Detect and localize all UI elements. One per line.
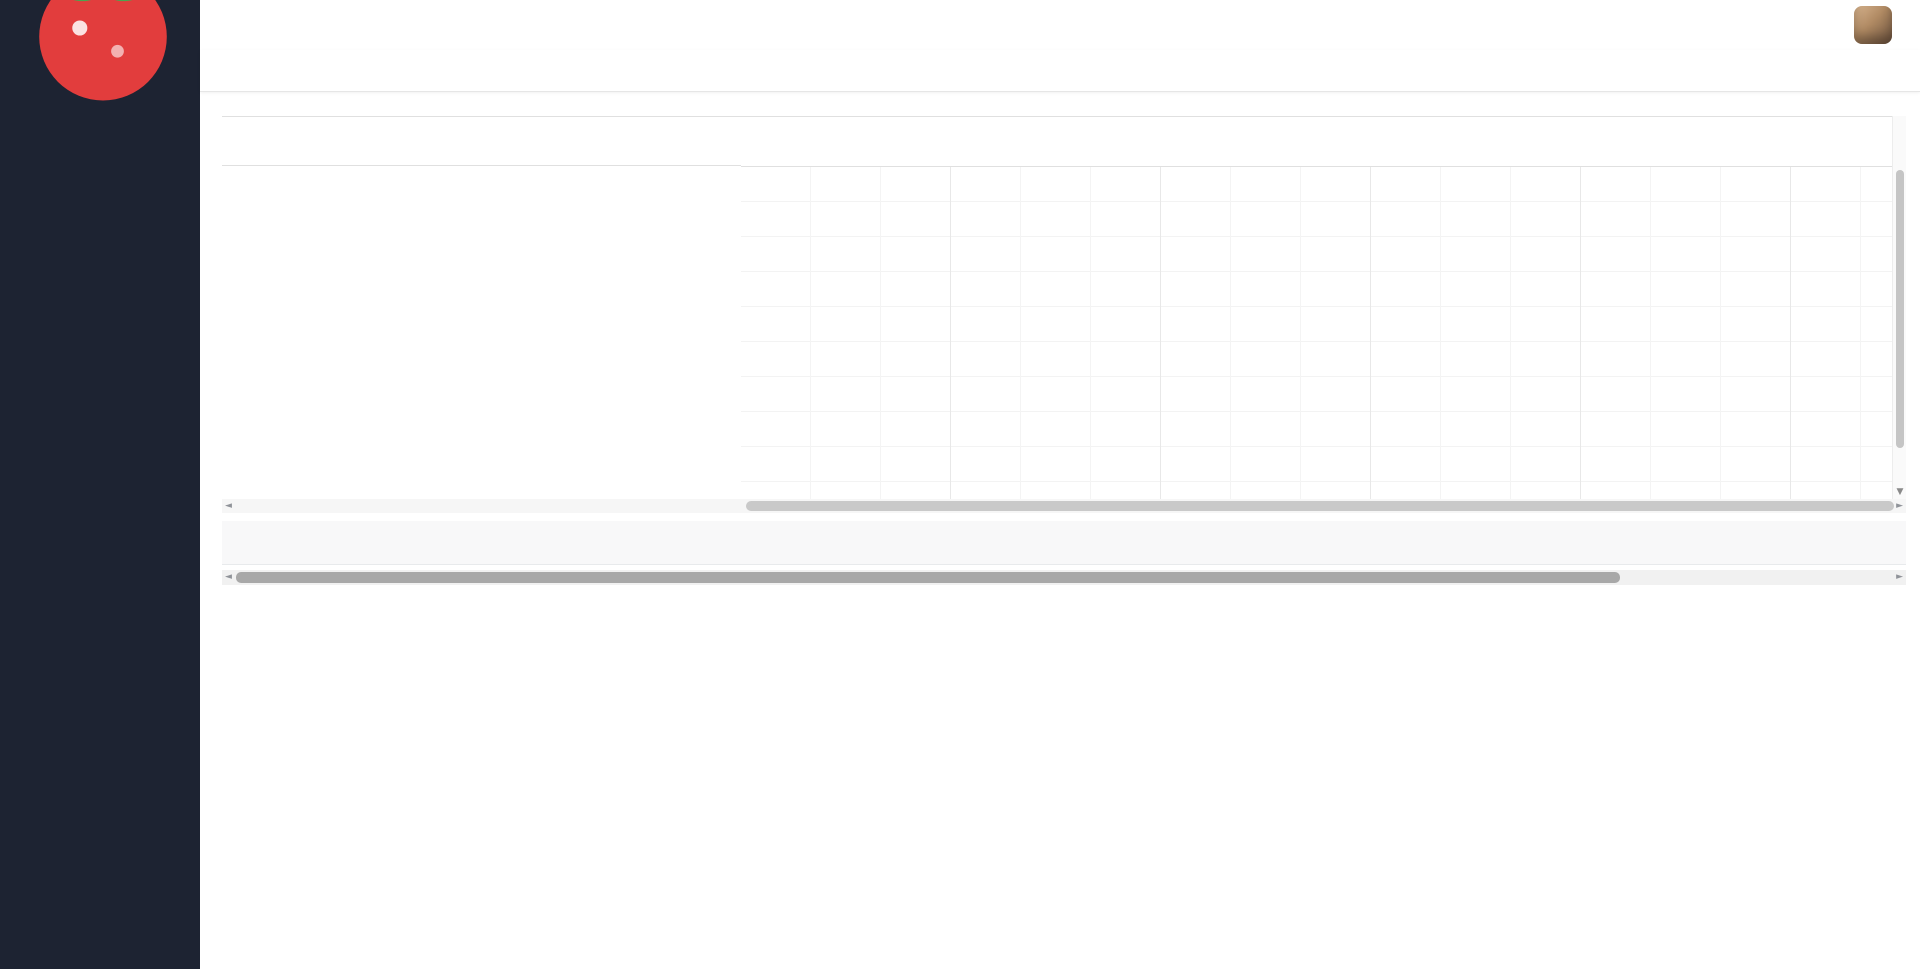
gantt-horizontal-scrollbar[interactable]: ◄ ► — [222, 499, 1906, 513]
avatar[interactable] — [1854, 6, 1892, 44]
gantt-vertical-scrollbar[interactable]: ▼ — [1892, 116, 1906, 499]
gantt-grid-body — [222, 166, 741, 498]
scrollbar-thumb[interactable] — [1896, 170, 1904, 448]
scroll-right-arrow[interactable]: ► — [1896, 499, 1903, 513]
scroll-left-arrow[interactable]: ◄ — [225, 570, 232, 584]
scroll-left-arrow[interactable]: ◄ — [225, 499, 232, 513]
orders-table-header — [222, 521, 1906, 565]
orders-table — [222, 521, 1906, 565]
scroll-right-arrow[interactable]: ► — [1896, 570, 1903, 584]
navbar — [200, 0, 1920, 50]
sidebar — [0, 0, 200, 969]
gantt-timeline — [741, 116, 1892, 499]
content: ▼ ◄ ► ◄ ► — [200, 92, 1920, 969]
scrollbar-thumb[interactable] — [746, 501, 1894, 511]
app-logo[interactable] — [0, 0, 200, 56]
caret-down-icon[interactable] — [1894, 34, 1906, 46]
sidebar-menu — [0, 56, 200, 969]
orders-horizontal-scrollbar[interactable]: ◄ ► — [222, 570, 1906, 585]
tags-bar — [200, 50, 1920, 92]
gantt-grid-header — [222, 116, 741, 166]
gantt-timeline-header — [741, 117, 1892, 167]
hamburger-icon[interactable] — [216, 15, 236, 35]
scrollbar-thumb[interactable] — [236, 572, 1620, 583]
gantt-task-grid — [222, 116, 741, 499]
gantt: ▼ ◄ ► — [222, 116, 1906, 513]
main-area: ▼ ◄ ► ◄ ► — [200, 0, 1920, 969]
gantt-chart-area — [741, 167, 1892, 499]
app-root: ▼ ◄ ► ◄ ► — [0, 0, 1920, 969]
scroll-down-arrow[interactable]: ▼ — [1893, 487, 1907, 497]
